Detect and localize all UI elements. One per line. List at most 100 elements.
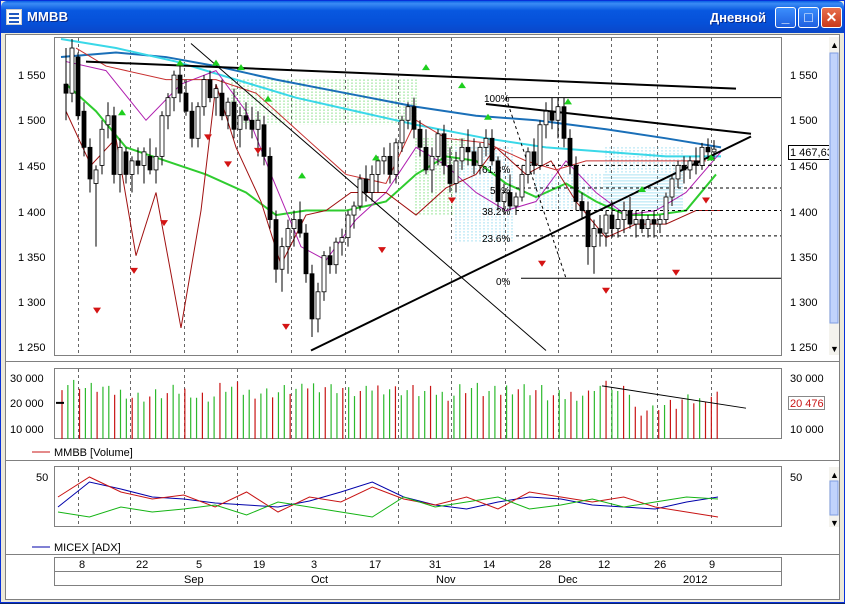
candle-up [711,148,717,153]
price-tick: 1 450 [18,161,46,173]
fib-label: 50% [490,186,510,197]
candle-down [135,160,141,166]
scroll-up-icon[interactable]: ▲ [830,40,839,50]
candle-up [357,178,363,207]
chart-area[interactable]: 1 550 1 500 1 450 1 400 1 350 1 300 1 25… [5,34,840,600]
candle-up [321,255,327,293]
vertical-gridlines [78,38,712,527]
candle-down [123,151,129,175]
fib-label: 0% [496,277,511,288]
candle-up [657,219,663,225]
candle-down [489,137,495,162]
candle-down [585,210,591,248]
x-axis-month-label: 2012 [683,574,707,586]
adx-y-axis: 50 50 [36,472,802,484]
candle-down [693,160,699,166]
sell-signal-arrow-icon [378,247,386,254]
candle-up [537,124,543,166]
chart-window-icon[interactable] [6,9,22,25]
adx-lines [57,476,719,518]
candle-down [567,137,573,166]
adx-legend-label: MICEX [ADX] [54,542,121,554]
candle-up [405,106,411,121]
minimize-button[interactable]: _ [775,7,796,28]
scroll-up-icon[interactable]: ▲ [830,470,839,480]
title-bar[interactable]: MMBB Дневной _ □ ✕ [1,1,844,33]
candle-down [207,79,213,99]
candle-down [267,155,273,220]
volume-bars [56,379,747,439]
candle-down [423,146,429,171]
candle-up [225,101,231,117]
price-drawing [60,38,781,352]
candle-up [675,164,681,180]
candle-up [633,219,639,225]
x-axis: 8 22 5 19 3 17 31 14 28 12 26 9 Sep Oct Nov Dec 2012 [54,557,782,586]
candle-down [75,56,81,117]
scroll-down-icon[interactable]: ▼ [830,518,839,528]
candle-down [447,164,453,184]
x-axis-day-label: 12 [598,559,610,571]
price-tick: 1 250 [18,342,46,354]
scrollbar-thumb[interactable] [829,480,839,516]
candle-up [615,219,621,229]
fibonacci-levels: 100% 61.8% 50% 38.2% 23.6% 0% [482,94,511,288]
trendline-resistance [85,60,737,90]
candle-down [597,228,603,234]
buy-signal-arrow-icon [372,154,380,161]
scrollbar-thumb[interactable] [829,52,839,324]
sell-signal-arrow-icon [282,323,290,330]
candle-up [279,246,285,270]
candle-down [177,74,183,94]
period-label[interactable]: Дневной [710,10,766,25]
candle-up [513,196,519,207]
candle-down [111,115,117,175]
candle-up [591,228,597,248]
x-axis-day-label: 3 [311,559,317,571]
candle-down [303,232,309,275]
sell-signal-arrow-icon [672,269,680,276]
candle-up [399,119,405,144]
candle-down [327,255,333,266]
candle-down [531,151,537,166]
x-axis-day-label: 8 [79,559,85,571]
candle-down [87,146,93,180]
price-y-axis-right: 1 550 1 500 1 450 1 400 1 350 1 300 1 25… [790,70,818,354]
scroll-down-icon[interactable]: ▼ [830,344,839,354]
volume-tick: 10 000 [10,424,44,436]
candle-up [333,241,339,266]
candle-up [555,106,561,121]
x-axis-day-label: 9 [709,559,715,571]
x-axis-day-label: 28 [539,559,551,571]
maximize-button[interactable]: □ [798,7,819,28]
sell-signal-arrow-icon [602,287,610,294]
candle-up [351,205,357,216]
candle-down [387,155,393,175]
candle-up [213,88,219,99]
price-tick: 1 400 [18,207,46,219]
last-price-value: 1 467,63 [790,147,833,159]
candle-up [237,115,243,130]
close-button[interactable]: ✕ [821,7,842,28]
candle-up [603,214,609,234]
fib-label: 100% [484,94,510,105]
candle-up [339,237,345,243]
candle-up [687,160,693,171]
x-axis-day-label: 26 [654,559,666,571]
buy-signal-arrow-icon [264,95,272,102]
adx-scrollbar[interactable]: ▲ ▼ [829,467,839,528]
candle-up [669,178,675,198]
candle-down [261,124,267,157]
candle-down [471,151,477,166]
candle-up [369,174,375,193]
adx-tick: 50 [790,472,802,484]
candle-up [153,155,159,171]
candle-down [417,128,423,148]
x-axis-month-label: Oct [311,574,328,586]
candle-down [243,115,249,121]
price-scrollbar[interactable]: ▲ ▼ [829,37,839,355]
candle-up [525,151,531,175]
candle-up [345,214,351,239]
candle-up [315,291,321,320]
sell-signal-arrow-icon [204,134,212,141]
